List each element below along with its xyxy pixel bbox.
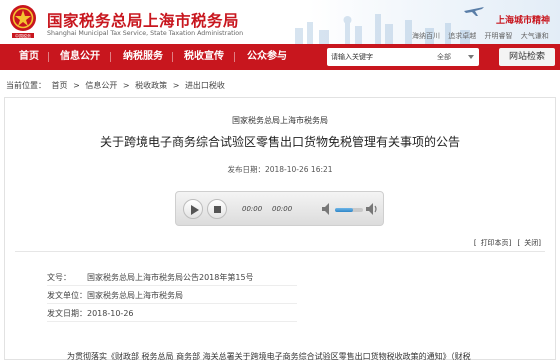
meta-doc-number: 文号： 国家税务总局上海市税务局公告2018年第15号: [47, 272, 254, 283]
article-title: 关于跨境电子商务综合试验区零售出口货物免税管理有关事项的公告: [99, 135, 460, 149]
city-spirit-label: 上海城市精神: [496, 16, 551, 26]
play-button[interactable]: [183, 199, 203, 219]
breadcrumb-item-home[interactable]: 首页: [52, 81, 68, 90]
meta-label: 文号：: [47, 273, 71, 282]
nav-divider: [48, 52, 49, 62]
breadcrumb-separator: >: [73, 81, 80, 90]
nav-divider: [110, 52, 111, 62]
article-actions: [打印本页] [关闭]: [470, 238, 541, 248]
meta-value: 2018-10-26: [87, 309, 134, 318]
nav-item-info-disclosure[interactable]: 信息公开: [60, 44, 100, 70]
meta-label: 发文日期：: [47, 309, 87, 318]
divider: [15, 251, 545, 252]
play-icon: [191, 205, 199, 215]
search-box: 全部: [327, 48, 479, 66]
divider: [47, 285, 297, 286]
chevron-down-icon: [468, 55, 474, 59]
meta-value: 国家税务总局上海市税务局: [87, 291, 183, 300]
current-time: 00:00: [242, 205, 263, 213]
close-link-label: 关闭: [524, 239, 539, 247]
meta-value: 国家税务总局上海市税务局公告2018年第15号: [87, 273, 254, 282]
search-scope-value: 全部: [437, 53, 451, 61]
search-input[interactable]: [331, 48, 435, 66]
divider: [47, 303, 297, 304]
spirit-words: 海纳百川 追求卓越 开明睿智 大气谦和: [412, 31, 555, 41]
total-time: 00:00: [272, 205, 293, 213]
article-panel: 国家税务总局上海市税务局 关于跨境电子商务综合试验区零售出口货物免税管理有关事项…: [4, 97, 556, 360]
nav-item-tax-publicity[interactable]: 税收宣传: [184, 44, 224, 70]
close-link[interactable]: [关闭]: [518, 239, 541, 247]
spirit-word: 开明睿智: [484, 32, 513, 40]
breadcrumb-separator: >: [122, 81, 130, 90]
speaker-max-icon[interactable]: [366, 203, 379, 215]
nav-item-public-participation[interactable]: 公众参与: [247, 44, 287, 70]
speaker-mute-icon[interactable]: [322, 203, 333, 215]
spirit-word: 大气谦和: [520, 32, 549, 40]
audio-player: 00:00 00:00: [175, 191, 384, 226]
nav-divider: [234, 52, 235, 62]
divider: [47, 321, 297, 322]
svg-text:中国税务: 中国税务: [15, 32, 31, 38]
spirit-word: 追求卓越: [448, 32, 477, 40]
article-body: 为贯彻落实《财政部 税务总局 商务部 海关总署关于跨境电子商务综合试验区零售出口…: [67, 352, 471, 360]
article-issuer: 国家税务总局上海市税务局: [232, 116, 328, 125]
print-link[interactable]: [打印本页]: [474, 239, 511, 247]
nav-item-tax-service[interactable]: 纳税服务: [123, 44, 163, 70]
stop-button[interactable]: [207, 199, 227, 219]
tax-emblem-icon: 中国税务: [10, 5, 36, 38]
search-scope-select[interactable]: 全部: [437, 50, 477, 64]
volume-level: [335, 208, 354, 212]
breadcrumb-item-tax-policy[interactable]: 税收政策: [135, 81, 167, 90]
meta-label: 发文单位：: [47, 291, 87, 300]
meta-issuing-unit: 发文单位：国家税务总局上海市税务局: [47, 290, 183, 301]
nav-item-home[interactable]: 首页: [19, 44, 39, 70]
site-title-english: Shanghai Municipal Tax Service, State Ta…: [47, 30, 244, 37]
publish-date-value: 2018-10-26 16:21: [264, 165, 333, 174]
spirit-word: 海纳百川: [412, 32, 440, 40]
publish-date: 发布日期：2018-10-26 16:21: [5, 164, 555, 175]
breadcrumb-separator: >: [172, 81, 180, 90]
breadcrumb-item-info-disclosure[interactable]: 信息公开: [85, 81, 117, 90]
stop-icon: [214, 206, 221, 213]
breadcrumb: 当前位置： 首页 > 信息公开 > 税收政策 > 进出口税收: [6, 80, 228, 91]
airplane-icon: [464, 7, 484, 16]
meta-issue-date: 发文日期：2018-10-26: [47, 308, 134, 319]
site-header: 中国税务 国家税务总局上海市税务局 Shanghai Municipal Tax…: [0, 0, 560, 44]
nav-divider: [172, 52, 173, 62]
site-search-button[interactable]: 网站检索: [499, 48, 555, 66]
publish-date-label: 发布日期：: [227, 165, 265, 174]
breadcrumb-item-import-export-tax[interactable]: 进出口税收: [185, 81, 225, 90]
volume-slider[interactable]: [335, 208, 363, 212]
print-link-label: 打印本页: [480, 239, 509, 247]
breadcrumb-prefix: 当前位置：: [6, 81, 46, 90]
site-title[interactable]: 国家税务总局上海市税务局: [47, 9, 239, 31]
